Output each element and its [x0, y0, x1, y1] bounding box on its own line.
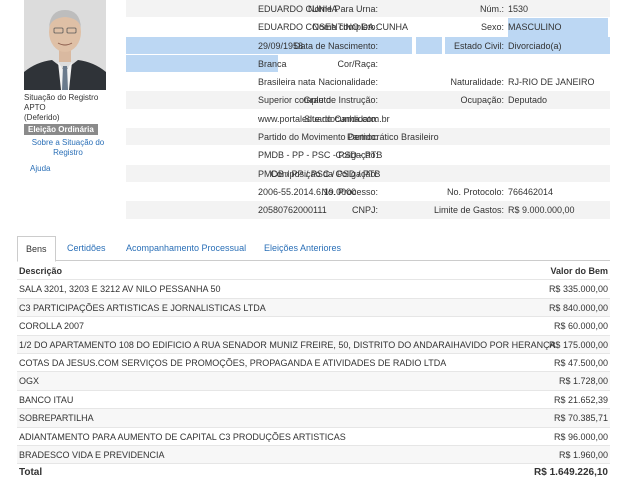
spending-limit-label: Limite de Gastos: — [433, 205, 504, 216]
column-header-description: Descrição — [19, 266, 63, 276]
spending-limit-value: R$ 9.000.000,00 — [508, 205, 575, 216]
asset-description: SALA 3201, 3203 E 3212 AV NILO PESSANHA … — [19, 284, 221, 295]
process-number-value: 2006-55.2014.6.19.0000 — [258, 186, 357, 197]
table-row: ADIANTAMENTO PARA AUMENTO DE CAPITAL C3 … — [17, 428, 610, 446]
nationality-label: Nacionalidade: — [318, 77, 378, 88]
birth-date-label: Data de Nascimento: — [293, 40, 378, 51]
table-header: Descrição Valor do Bem — [17, 262, 610, 281]
asset-value: R$ 1.960,00 — [558, 449, 608, 460]
protocol-number-value: 766462014 — [508, 186, 554, 197]
asset-description: BANCO ITAU — [19, 394, 74, 405]
asset-description: ADIANTAMENTO PARA AUMENTO DE CAPITAL C3 … — [19, 431, 346, 442]
table-row: BANCO ITAU R$ 21.652,39 — [17, 391, 610, 410]
education-value: Superior completo — [258, 95, 332, 106]
status-label: Situação do Registro — [24, 93, 99, 102]
tab-acompanhamento-processual[interactable]: Acompanhamento Processual — [126, 236, 246, 261]
website-value[interactable]: www.portaleduardocunha.com.br — [258, 110, 390, 128]
asset-value: R$ 96.000,00 — [553, 431, 608, 442]
asset-description: COTAS DA JESUS.COM SERVIÇOS DE PROMOÇÕES… — [19, 357, 447, 368]
tab-bar: Bens Certidões Acompanhamento Processual… — [17, 236, 610, 262]
info-row: Composição da Coligação: PMDB / PP / PSC… — [126, 164, 610, 183]
table-row: 1/2 DO APARTAMENTO 108 DO EDIFICIO A RUA… — [17, 335, 610, 354]
status-detail: (Deferido) — [24, 113, 60, 122]
table-row: C3 PARTICIPAÇÕES ARTISTICAS E JORNALISTI… — [17, 298, 610, 318]
birthplace-value: RJ-RIO DE JANEIRO — [508, 77, 595, 88]
candidate-photo — [24, 0, 106, 90]
table-row: SALA 3201, 3203 E 3212 AV NILO PESSANHA … — [17, 280, 610, 299]
info-row: Grau de Instrução: Superior completo Ocu… — [126, 91, 610, 110]
info-row: Data de Nascimento: 29/09/1958 Estado Ci… — [126, 36, 610, 55]
coalition-value: PMDB - PP - PSC - PSD - PTB — [258, 150, 383, 161]
asset-description: C3 PARTICIPAÇÕES ARTISTICAS E JORNALISTI… — [19, 302, 266, 313]
help-link[interactable]: Ajuda — [30, 164, 50, 174]
asset-description: SOBREPARTILHA — [19, 413, 94, 424]
race-label: Cor/Raça: — [337, 58, 378, 69]
asset-value: R$ 70.385,71 — [553, 413, 608, 424]
registration-status: Situação do Registro APTO (Deferido) Ele… — [24, 93, 124, 135]
party-value: Partido do Movimento Democrático Brasile… — [258, 132, 439, 143]
table-row: COTAS DA JESUS.COM SERVIÇOS DE PROMOÇÕES… — [17, 354, 610, 373]
asset-description: COROLLA 2007 — [19, 321, 85, 332]
column-header-value: Valor do Bem — [550, 266, 608, 276]
asset-description: OGX — [19, 376, 40, 387]
birthplace-label: Naturalidade: — [450, 77, 504, 88]
ballot-name-value: EDUARDO CUNHA — [258, 4, 338, 14]
number-value: 1530 — [508, 4, 529, 14]
sex-label: Sexo: — [480, 22, 504, 33]
occupation-value: Deputado — [508, 95, 548, 106]
asset-value: R$ 840.000,00 — [548, 302, 608, 313]
status-value: APTO — [24, 103, 46, 112]
info-row: Nome completo: EDUARDO COSENTINO DA CUNH… — [126, 18, 610, 37]
asset-value: R$ 175.000,00 — [548, 339, 608, 350]
about-status-link[interactable]: Sobre a Situação do Registro — [28, 138, 108, 158]
cnpj-label: CNPJ: — [351, 205, 378, 216]
info-row: Nome Para Urna: EDUARDO CUNHA Núm.: 1530 — [126, 0, 610, 19]
tab-certidoes[interactable]: Certidões — [67, 236, 106, 261]
marital-status-label: Estado Civil: — [453, 40, 504, 51]
asset-description: 1/2 DO APARTAMENTO 108 DO EDIFICIO A RUA… — [19, 339, 556, 350]
protocol-number-label: No. Protocolo: — [446, 186, 504, 197]
race-value: Branca — [258, 58, 287, 69]
info-row: Partido: Partido do Movimento Democrátic… — [126, 128, 610, 147]
birth-date-value: 29/09/1958 — [258, 40, 304, 51]
sex-value: MASCULINO — [508, 18, 608, 37]
info-row: CNPJ: 20580762000111 Limite de Gastos: R… — [126, 201, 610, 220]
election-type-badge: Eleição Ordinária — [24, 124, 98, 135]
candidate-info-table: Nome Para Urna: EDUARDO CUNHA Núm.: 1530… — [126, 0, 610, 220]
assets-table: Descrição Valor do Bem SALA 3201, 3203 E… — [17, 262, 610, 480]
table-row: BRADESCO VIDA E PREVIDENCIA R$ 1.960,00 — [17, 445, 610, 465]
coalition-composition-value: PMDB / PP / PSC / PSD / PTB — [258, 168, 381, 179]
asset-value: R$ 60.000,00 — [553, 321, 608, 332]
total-value: R$ 1.649.226,10 — [534, 467, 608, 479]
tab-eleicoes-anteriores[interactable]: Eleições Anteriores — [264, 236, 341, 261]
info-row: Nacionalidade: Brasileira nata Naturalid… — [126, 73, 610, 92]
nationality-value: Brasileira nata — [258, 77, 316, 88]
table-row: COROLLA 2007 R$ 60.000,00 — [17, 317, 610, 336]
tab-bens[interactable]: Bens — [17, 236, 56, 262]
asset-description: BRADESCO VIDA E PREVIDENCIA — [19, 449, 165, 460]
info-row: Site do Candidato: www.portaleduardocunh… — [126, 110, 610, 129]
occupation-label: Ocupação: — [460, 95, 504, 106]
info-row: No. Processo: 2006-55.2014.6.19.0000 No.… — [126, 183, 610, 202]
table-row: OGX R$ 1.728,00 — [17, 372, 610, 391]
info-row: Coligação: PMDB - PP - PSC - PSD - PTB — [126, 146, 610, 165]
marital-status-value: Divorciado(a) — [508, 40, 562, 51]
total-label: Total — [19, 467, 43, 479]
table-total-row: Total R$ 1.649.226,10 — [17, 464, 610, 480]
asset-value: R$ 1.728,00 — [558, 376, 608, 387]
asset-value: R$ 335.000,00 — [548, 284, 608, 295]
number-label: Núm.: — [479, 4, 504, 14]
cnpj-value: 20580762000111 — [258, 205, 327, 216]
info-row: Cor/Raça: Branca — [126, 54, 610, 74]
asset-value: R$ 21.652,39 — [553, 394, 608, 405]
asset-value: R$ 47.500,00 — [553, 357, 608, 368]
table-row: SOBREPARTILHA R$ 70.385,71 — [17, 409, 610, 428]
full-name-value: EDUARDO COSENTINO DA CUNHA — [258, 22, 409, 33]
